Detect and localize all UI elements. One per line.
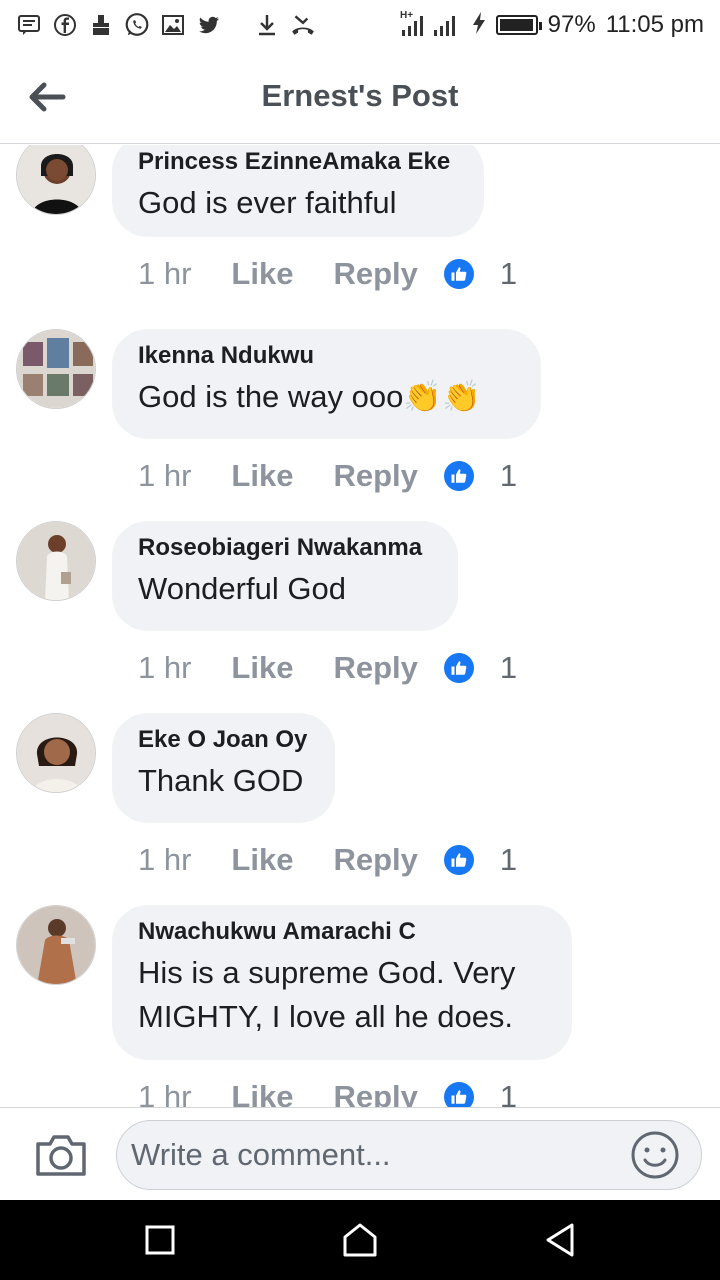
network-type-label: H+ xyxy=(400,10,413,21)
comment-time[interactable]: 1 hr xyxy=(138,650,191,686)
network-signal-icon: H+ xyxy=(400,8,462,43)
comment-text: Wonderful God xyxy=(138,571,346,606)
charging-icon xyxy=(472,11,486,40)
reaction-count[interactable]: 1 xyxy=(500,842,517,878)
twitter-icon xyxy=(196,12,222,38)
avatar[interactable] xyxy=(16,905,96,985)
facebook-icon xyxy=(52,12,78,38)
comment-actions: 1 hr Like Reply 1 xyxy=(138,840,517,880)
comment-time[interactable]: 1 hr xyxy=(138,1079,191,1107)
triangle-back-icon xyxy=(546,1223,574,1257)
reaction-count[interactable]: 1 xyxy=(500,256,517,292)
thumbs-up-icon[interactable] xyxy=(443,1082,474,1107)
comment-author[interactable]: Nwachukwu Amarachi C xyxy=(138,917,546,947)
reply-button[interactable]: Reply xyxy=(333,842,417,878)
comment-text: Thank GOD xyxy=(138,763,304,798)
comment-author[interactable]: Princess EzinneAmaka Eke xyxy=(138,147,458,177)
square-icon xyxy=(145,1225,175,1255)
comment-bubble[interactable]: Roseobiageri Nwakanma Wonderful God xyxy=(112,521,458,631)
reply-button[interactable]: Reply xyxy=(333,650,417,686)
avatar[interactable] xyxy=(16,713,96,793)
whatsapp-icon xyxy=(124,12,150,38)
thumbs-up-icon[interactable] xyxy=(443,461,474,491)
comment-author[interactable]: Ikenna Ndukwu xyxy=(138,341,515,371)
system-status: H+ 97% 11:05 pm xyxy=(400,8,704,42)
avatar[interactable] xyxy=(16,521,96,601)
like-button[interactable]: Like xyxy=(231,1079,293,1107)
comment-bubble[interactable]: Nwachukwu Amarachi C His is a supreme Go… xyxy=(112,905,572,1060)
battery-fill xyxy=(499,19,533,31)
comment-actions: 1 hr Like Reply 1 xyxy=(138,456,517,496)
comment-author[interactable]: Eke O Joan Oy xyxy=(138,725,309,755)
like-button[interactable]: Like xyxy=(231,842,293,878)
thumbs-up-icon[interactable] xyxy=(443,259,474,289)
comment-input[interactable] xyxy=(116,1120,702,1190)
comment-actions: 1 hr Like Reply 1 xyxy=(138,1077,517,1107)
camera-button[interactable] xyxy=(34,1132,88,1178)
clock: 11:05 pm xyxy=(605,11,704,38)
comment-bubble[interactable]: Ikenna Ndukwu God is the way ooo👏👏 xyxy=(112,329,541,439)
comment-author[interactable]: Roseobiageri Nwakanma xyxy=(138,533,432,563)
comment-actions: 1 hr Like Reply 1 xyxy=(138,648,517,688)
recents-button[interactable] xyxy=(140,1220,180,1260)
camera-icon xyxy=(36,1135,86,1176)
home-icon xyxy=(343,1223,377,1257)
back-nav-button[interactable] xyxy=(540,1220,580,1260)
comment-time[interactable]: 1 hr xyxy=(138,842,191,878)
gallery-icon xyxy=(160,12,186,38)
reply-button[interactable]: Reply xyxy=(333,1079,417,1107)
download-icon xyxy=(254,12,280,38)
like-button[interactable]: Like xyxy=(231,458,293,494)
comment-time[interactable]: 1 hr xyxy=(138,256,191,292)
app-header: Ernest's Post xyxy=(0,50,720,144)
message-icon xyxy=(16,12,42,38)
notification-icons xyxy=(16,10,316,40)
reaction-count[interactable]: 1 xyxy=(500,1079,517,1107)
comment-bubble[interactable]: Princess EzinneAmaka Eke God is ever fai… xyxy=(112,145,484,237)
comment-actions: 1 hr Like Reply 1 xyxy=(138,254,517,294)
avatar[interactable] xyxy=(16,329,96,409)
comment-bubble[interactable]: Eke O Joan Oy Thank GOD xyxy=(112,713,335,823)
home-button[interactable] xyxy=(340,1220,380,1260)
comment-text: God is ever faithful xyxy=(138,185,397,220)
thumbs-up-icon[interactable] xyxy=(443,845,474,875)
thumbs-up-icon[interactable] xyxy=(443,653,474,683)
like-button[interactable]: Like xyxy=(231,650,293,686)
comment-list[interactable]: Princess EzinneAmaka Eke God is ever fai… xyxy=(0,145,720,1107)
reaction-count[interactable]: 1 xyxy=(500,650,517,686)
page-title: Ernest's Post xyxy=(261,78,459,113)
emoji-button[interactable] xyxy=(630,1130,680,1180)
comment-text: God is the way ooo👏👏 xyxy=(138,379,481,414)
cleaner-icon xyxy=(88,12,114,38)
emoji-icon xyxy=(631,1131,679,1179)
avatar[interactable] xyxy=(16,145,96,215)
comment-composer xyxy=(0,1107,720,1200)
reply-button[interactable]: Reply xyxy=(333,256,417,292)
comment-text: His is a supreme God. Very MIGHTY, I lov… xyxy=(138,955,516,1034)
system-navigation-bar xyxy=(0,1200,720,1280)
battery-icon xyxy=(495,15,542,35)
reply-button[interactable]: Reply xyxy=(333,458,417,494)
reaction-count[interactable]: 1 xyxy=(500,458,517,494)
status-bar: H+ 97% 11:05 pm xyxy=(0,0,720,50)
comment-time[interactable]: 1 hr xyxy=(138,458,191,494)
battery-percent: 97% xyxy=(547,11,596,38)
like-button[interactable]: Like xyxy=(231,256,293,292)
missed-call-icon xyxy=(290,12,316,38)
